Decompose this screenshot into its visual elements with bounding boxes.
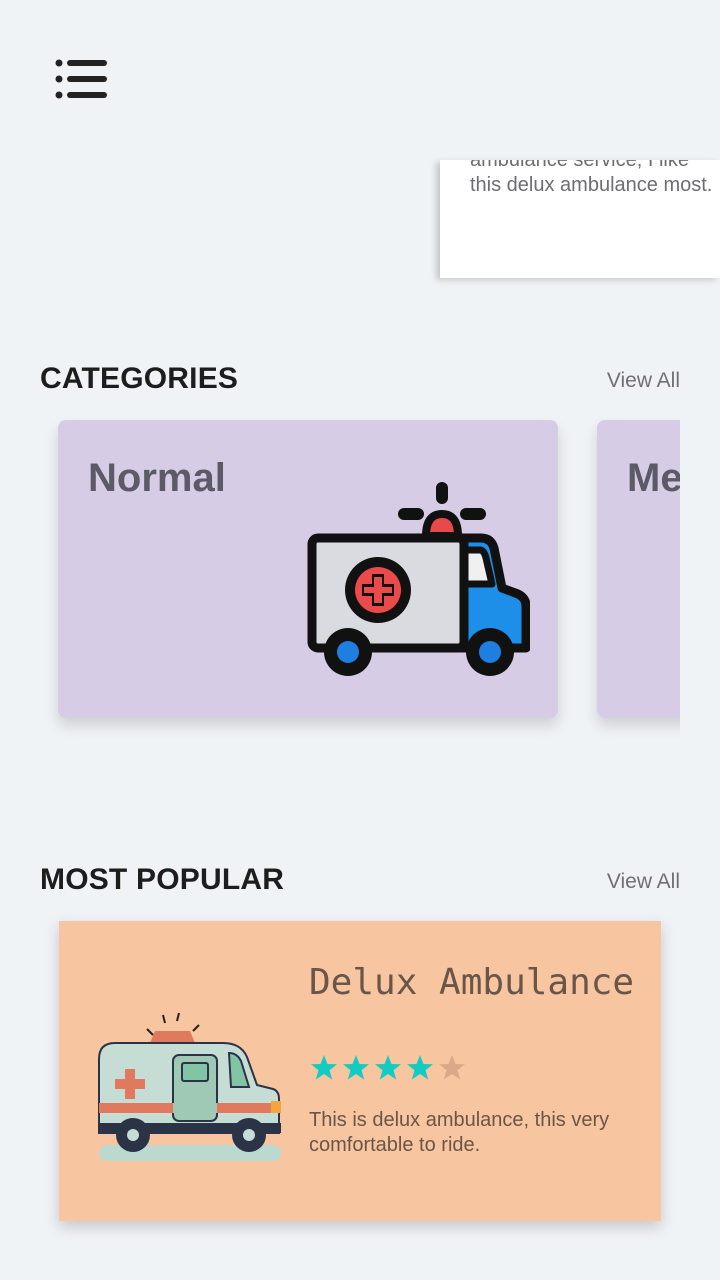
most-popular-view-all-link[interactable]: View All bbox=[607, 870, 680, 894]
review-text: ambulance service, I like this delux amb… bbox=[470, 160, 713, 196]
menu-button[interactable] bbox=[40, 46, 122, 114]
rating-stars bbox=[311, 1055, 465, 1080]
popular-item-description: This is delux ambulance, this very comfo… bbox=[309, 1109, 610, 1156]
review-card: ambulance service, I like this delux amb… bbox=[440, 160, 720, 278]
categories-carousel[interactable]: Normal Me bbox=[40, 398, 680, 738]
category-name: Normal bbox=[88, 456, 226, 500]
categories-title: CATEGORIES bbox=[40, 362, 239, 395]
category-card-normal[interactable]: Normal bbox=[58, 420, 558, 718]
star-icon-filled bbox=[311, 1055, 337, 1080]
star-icon-filled bbox=[343, 1055, 369, 1080]
ambulance-illustration-icon bbox=[98, 1012, 281, 1161]
popular-item-name: Delux Ambulance bbox=[309, 962, 635, 1003]
category-name: Me bbox=[627, 456, 680, 500]
star-icon-filled bbox=[407, 1055, 433, 1080]
star-icon-filled bbox=[375, 1055, 401, 1080]
categories-view-all-link[interactable]: View All bbox=[607, 369, 680, 393]
popular-card-delux-ambulance[interactable]: Delux Ambulance This is delux ambulance,… bbox=[59, 921, 661, 1221]
star-icon-empty bbox=[439, 1055, 465, 1080]
category-card-second[interactable]: Me bbox=[597, 420, 680, 718]
ambulance-icon bbox=[307, 482, 530, 676]
menu-list-icon bbox=[55, 59, 107, 99]
most-popular-title: MOST POPULAR bbox=[40, 863, 285, 896]
